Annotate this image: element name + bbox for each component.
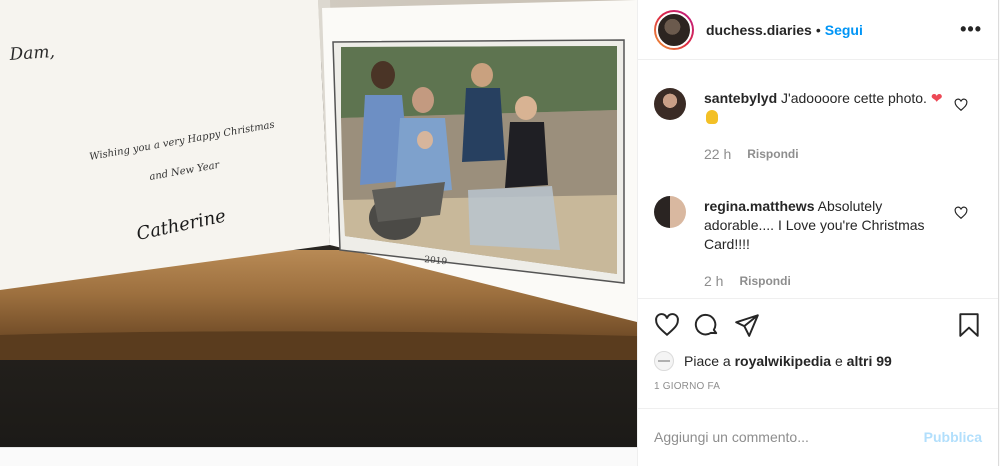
comment-time[interactable]: 2 h — [704, 272, 723, 291]
likes-others[interactable]: altri 99 — [847, 353, 892, 369]
likes-user[interactable]: royalwikipedia — [735, 353, 831, 369]
publish-button[interactable]: Pubblica — [924, 429, 982, 445]
ok-hand-emoji-icon — [706, 110, 718, 124]
post-header: duchess.diaries • Segui ••• — [638, 0, 998, 60]
liker-avatar[interactable] — [654, 351, 674, 371]
likes-summary[interactable]: Piace a royalwikipedia e altri 99 — [654, 351, 982, 371]
heart-icon[interactable] — [954, 206, 968, 220]
heart-icon[interactable] — [954, 98, 968, 112]
post-timestamp[interactable]: 1 GIORNO FA — [654, 381, 982, 392]
comments-list: santebylyd J'adoooore cette photo. ❤ 22 … — [638, 72, 998, 307]
like-heart-icon[interactable] — [654, 312, 680, 338]
add-comment-bar: Pubblica — [638, 408, 998, 464]
christmas-card-photo: Dam, Wishing you a very Happy Christmas … — [0, 0, 637, 447]
comment-input[interactable] — [654, 428, 924, 445]
bookmark-icon[interactable] — [956, 312, 982, 338]
comment-icon[interactable] — [694, 312, 720, 338]
commenter-avatar[interactable] — [654, 196, 686, 228]
likes-middle: e — [834, 353, 843, 369]
card-greeting-name: Dam, — [8, 42, 56, 65]
comment-item: santebylyd J'adoooore cette photo. ❤ 22 … — [654, 72, 982, 164]
reply-button[interactable]: Rispondi — [739, 272, 790, 291]
follow-button[interactable]: Segui — [825, 22, 863, 38]
likes-prefix: Piace a — [684, 353, 731, 369]
comment-text: J'adoooore cette photo. — [781, 90, 927, 106]
author-avatar[interactable] — [654, 9, 694, 50]
post-photo[interactable]: Dam, Wishing you a very Happy Christmas … — [0, 0, 637, 447]
more-icon[interactable]: ••• — [960, 19, 982, 40]
comment-time[interactable]: 22 h — [704, 145, 731, 164]
post-side-panel: duchess.diaries • Segui ••• santebylyd J… — [637, 0, 999, 466]
commenter-username[interactable]: santebylyd — [704, 90, 777, 106]
reply-button[interactable]: Rispondi — [747, 145, 798, 164]
commenter-username[interactable]: regina.matthews — [704, 198, 814, 214]
author-username[interactable]: duchess.diaries — [706, 22, 812, 38]
red-heart-emoji-icon: ❤ — [930, 90, 943, 106]
post-actions: Piace a royalwikipedia e altri 99 1 GIOR… — [638, 298, 998, 392]
share-icon[interactable] — [734, 312, 760, 338]
separator-dot: • — [815, 21, 821, 38]
comment-item: regina.matthews Absolutely adorable.... … — [654, 180, 982, 291]
photo-bottom-strip — [0, 447, 637, 466]
commenter-avatar[interactable] — [654, 88, 686, 120]
